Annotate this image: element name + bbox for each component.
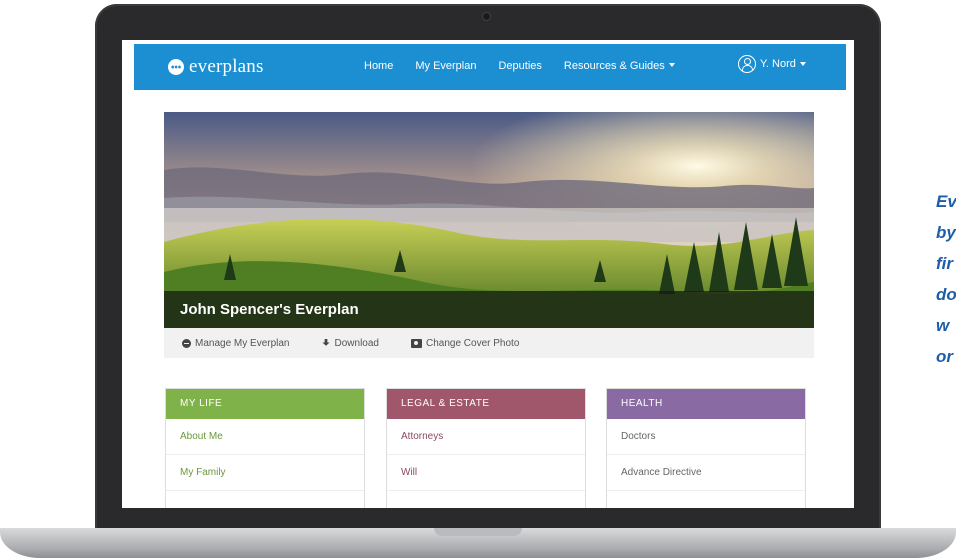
nav-link-my-everplan[interactable]: My Everplan	[415, 60, 476, 72]
everplan-title: John Spencer's Everplan	[180, 301, 359, 318]
card-legal-estate: LEGAL & ESTATE Attorneys Will	[386, 388, 586, 508]
side-caption-line: fir	[936, 254, 953, 273]
manage-label: Manage My Everplan	[195, 337, 290, 349]
card-item-advance-directive[interactable]: Advance Directive	[607, 455, 805, 491]
download-label: Download	[334, 337, 379, 349]
cover-photo: John Spencer's Everplan	[164, 112, 814, 328]
nav-links: Home My Everplan Deputies Resources & Gu…	[364, 60, 697, 72]
cover-action-bar: Manage My Everplan Download Change Cover…	[164, 328, 814, 358]
card-header[interactable]: HEALTH	[607, 389, 805, 419]
minus-circle-icon	[182, 338, 191, 348]
side-caption-line: do	[936, 285, 956, 304]
card-health: HEALTH Doctors Advance Directive	[606, 388, 806, 508]
manage-everplan-button[interactable]: Manage My Everplan	[182, 338, 290, 349]
card-item-my-family[interactable]: My Family	[166, 455, 364, 491]
chevron-down-icon	[668, 63, 675, 67]
download-button[interactable]: Download	[322, 338, 379, 349]
everplans-logo-icon	[168, 59, 184, 75]
user-menu[interactable]: Y. Nord	[738, 55, 806, 73]
card-item-will[interactable]: Will	[387, 455, 585, 491]
change-cover-label: Change Cover Photo	[425, 337, 520, 349]
change-cover-photo-button[interactable]: Change Cover Photo	[410, 337, 520, 349]
nav-link-resources-label: Resources & Guides	[563, 60, 665, 72]
side-caption-line: or	[936, 347, 953, 366]
camera-icon	[483, 13, 490, 20]
laptop-notch	[434, 528, 522, 536]
side-caption: Ev by fir do w or	[936, 186, 956, 372]
card-header[interactable]: LEGAL & ESTATE	[387, 389, 585, 419]
card-item-doctors[interactable]: Doctors	[607, 419, 805, 455]
side-caption-line: by	[936, 223, 956, 242]
user-icon	[738, 55, 756, 73]
card-item-attorneys[interactable]: Attorneys	[387, 419, 585, 455]
top-nav: everplans Home My Everplan Deputies Reso…	[134, 44, 846, 90]
nav-link-resources[interactable]: Resources & Guides	[564, 60, 675, 72]
card-header[interactable]: MY LIFE	[166, 389, 364, 419]
cover-title-bar: John Spencer's Everplan	[164, 291, 814, 328]
laptop-base	[0, 528, 956, 558]
logo[interactable]: everplans	[168, 56, 264, 78]
card-item-about-me[interactable]: About Me	[166, 419, 364, 455]
laptop-screen: everplans Home My Everplan Deputies Reso…	[122, 40, 854, 508]
logo-text: everplans	[189, 56, 264, 77]
nav-link-home[interactable]: Home	[364, 60, 393, 72]
side-caption-line: w	[936, 316, 950, 335]
chevron-down-icon	[799, 62, 806, 66]
card-my-life: MY LIFE About Me My Family	[165, 388, 365, 508]
user-label: Y. Nord	[760, 58, 796, 70]
download-icon	[322, 338, 330, 346]
laptop-lid: everplans Home My Everplan Deputies Reso…	[95, 4, 881, 534]
side-caption-line: Ev	[936, 192, 956, 211]
photo-icon	[410, 338, 422, 348]
nav-link-deputies[interactable]: Deputies	[498, 60, 541, 72]
